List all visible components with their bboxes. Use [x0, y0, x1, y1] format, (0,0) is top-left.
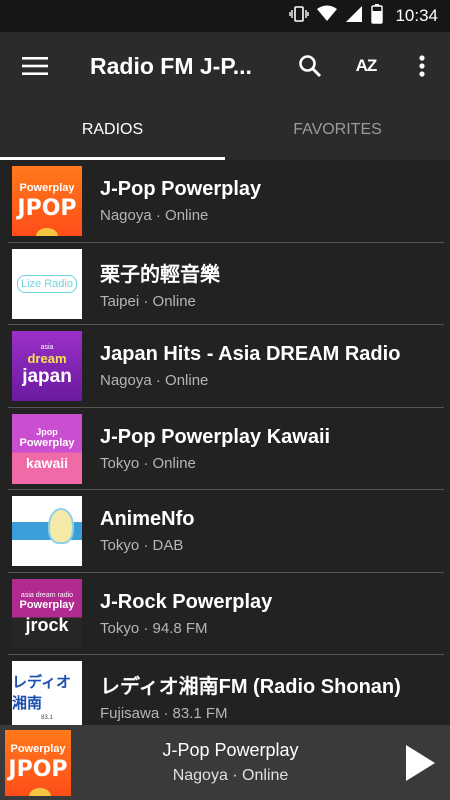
sort-az-button[interactable]: AZ [338, 32, 394, 100]
logo-text: Lize Radio [17, 274, 77, 293]
station-info: Tokyo · 94.8 FM [100, 619, 208, 637]
wifi-icon [317, 5, 338, 28]
station-info: Tokyo · Online [100, 454, 196, 472]
station-logo: レディオ湘南 83.1 [12, 661, 82, 725]
station-info: Fujisawa · 83.1 FM [100, 705, 228, 723]
logo-text: 83.1 [41, 715, 53, 722]
search-icon [299, 55, 322, 78]
station-name: J-Pop Powerplay [100, 178, 262, 201]
logo-text: レディオ湘南 [12, 674, 71, 713]
station-logo: Powerplay JPOP [12, 166, 82, 237]
tab-radios[interactable]: RADIOS [0, 100, 225, 160]
station-row[interactable]: AnimeNfo Tokyo · DAB [0, 490, 450, 573]
signal-icon [345, 5, 363, 28]
tab-favorites[interactable]: FAVORITES [225, 100, 450, 160]
logo-text: JPOP [8, 757, 68, 782]
station-info: Taipei · Online [100, 292, 196, 310]
station-info: Nagoya · Online [100, 372, 209, 390]
now-playing-logo: Powerplay JPOP [5, 729, 71, 796]
station-name: Japan Hits - Asia DREAM Radio [100, 343, 401, 366]
status-bar: 10:34 [0, 0, 450, 32]
sort-az-icon: AZ [355, 56, 378, 75]
logo-text: dream [27, 351, 67, 367]
station-logo [12, 496, 82, 567]
mini-player[interactable]: Powerplay JPOP J-Pop Powerplay Nagoya · … [0, 725, 450, 800]
logo-text: jrock [25, 614, 69, 635]
station-row[interactable]: Jpop Powerplay kawaii J-Pop Powerplay Ka… [0, 408, 450, 491]
station-name: 栗子的輕音樂 [100, 263, 220, 286]
station-row[interactable]: asia dream japan Japan Hits - Asia DREAM… [0, 325, 450, 408]
tab-bar: RADIOS FAVORITES [0, 100, 450, 160]
station-row[interactable]: Lize Radio 栗子的輕音樂 Taipei · Online [0, 243, 450, 326]
now-playing-info: Nagoya · Online [172, 767, 289, 784]
station-info: Nagoya · Online [100, 207, 209, 225]
clock: 10:34 [395, 6, 438, 25]
play-button[interactable] [390, 725, 450, 800]
station-list[interactable]: Powerplay JPOP J-Pop Powerplay Nagoya · … [0, 160, 450, 725]
logo-text: asia dream radio [20, 591, 74, 599]
station-logo: Lize Radio [12, 248, 82, 319]
now-playing-name: J-Pop Powerplay [162, 740, 299, 760]
station-row[interactable]: asia dream radio Powerplay jrock J-Rock … [0, 573, 450, 656]
station-row[interactable]: レディオ湘南 83.1 レディオ湘南FM (Radio Shonan) Fuji… [0, 655, 450, 725]
logo-text: Powerplay [19, 436, 75, 449]
app-bar: Radio FM J-P... AZ [0, 32, 450, 100]
logo-text: Powerplay [19, 598, 75, 611]
station-logo: Jpop Powerplay kawaii [12, 413, 82, 484]
logo-text: japan [22, 366, 72, 388]
logo-text: Jpop [36, 426, 58, 437]
station-row[interactable]: Powerplay JPOP J-Pop Powerplay Nagoya · … [0, 160, 450, 243]
station-name: レディオ湘南FM (Radio Shonan) [100, 676, 401, 699]
logo-text: Powerplay [19, 181, 75, 194]
station-logo: asia dream radio Powerplay jrock [12, 578, 82, 649]
station-name: J-Pop Powerplay Kawaii [100, 425, 331, 448]
menu-button[interactable] [0, 32, 70, 100]
station-name: J-Rock Powerplay [100, 590, 273, 613]
battery-icon [371, 3, 384, 29]
station-name: AnimeNfo [100, 508, 195, 531]
logo-text: JPOP [17, 195, 77, 221]
play-icon [406, 744, 435, 781]
overflow-menu-button[interactable] [394, 32, 450, 100]
hamburger-icon [22, 57, 48, 75]
vibrate-icon [289, 4, 310, 29]
search-button[interactable] [282, 32, 338, 100]
logo-text: Powerplay [10, 743, 66, 755]
station-info: Tokyo · DAB [100, 537, 184, 555]
logo-text: asia [40, 344, 54, 352]
logo-text: kawaii [25, 454, 69, 471]
more-vert-icon [419, 55, 425, 77]
station-logo: asia dream japan [12, 331, 82, 402]
page-title: Radio FM J-P... [90, 52, 252, 79]
